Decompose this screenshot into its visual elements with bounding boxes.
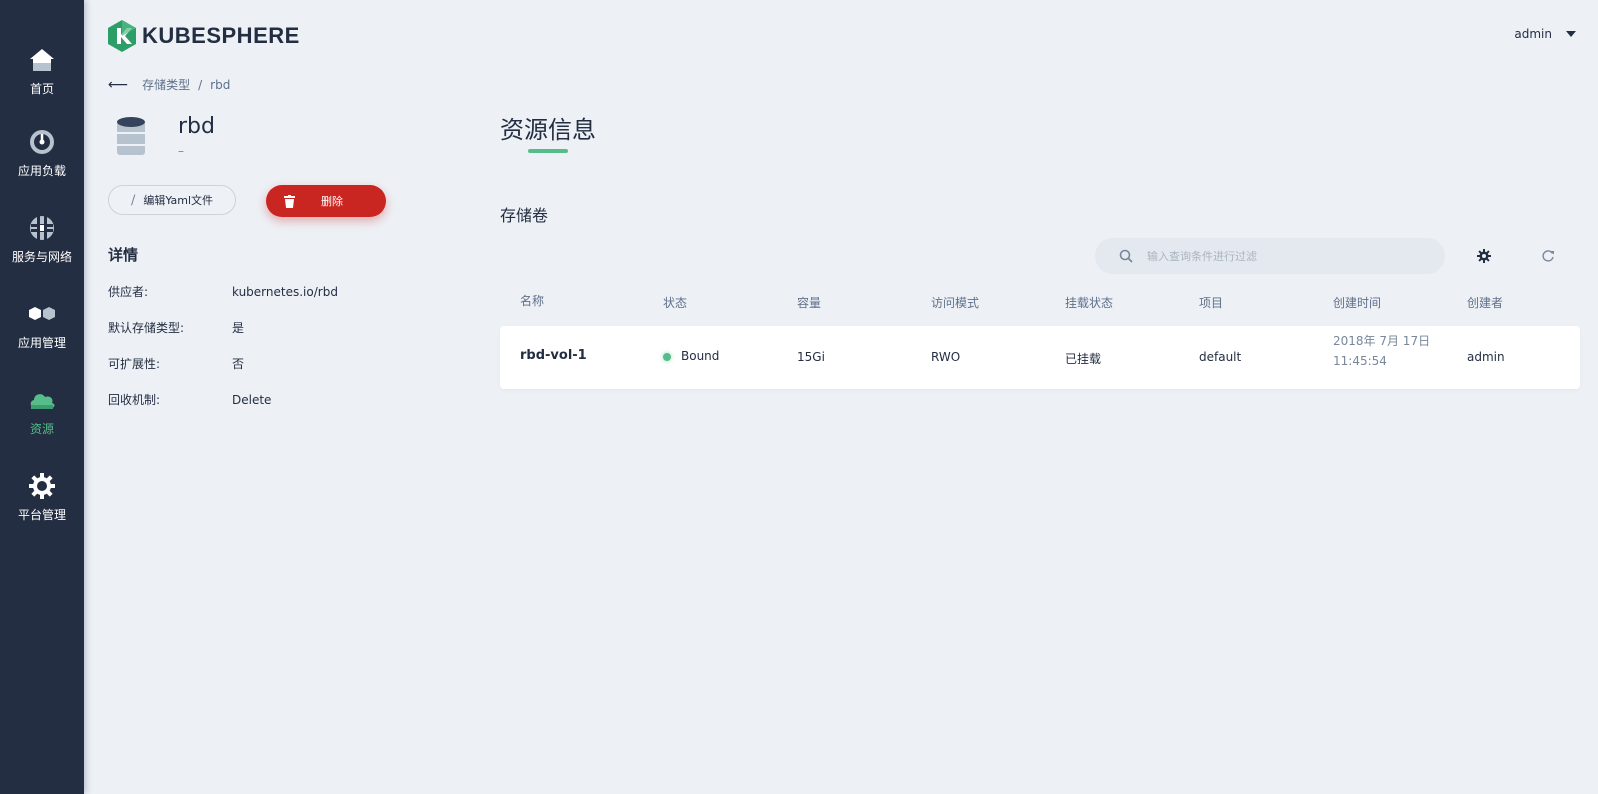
detail-value: 否 <box>232 357 245 371</box>
resource-info-title: 资源信息 <box>500 116 596 144</box>
status-cell: Bound <box>663 349 719 363</box>
mount-status-cell: 已挂载 <box>1065 352 1102 366</box>
refresh-button[interactable] <box>1538 246 1558 266</box>
detail-key: 默认存储类型: <box>108 321 185 335</box>
volume-name-link[interactable]: rbd-vol-1 <box>520 348 587 363</box>
column-header-created-time[interactable]: 创建时间 <box>1333 294 1381 311</box>
detail-row-default: 默认存储类型: 是 <box>108 319 408 336</box>
detail-value: 是 <box>232 321 245 335</box>
delete-label: 删除 <box>321 195 343 208</box>
back-arrow-icon[interactable]: ⟵ <box>108 77 128 93</box>
pen-icon: ∕ <box>130 192 136 208</box>
cloud-icon <box>30 394 55 409</box>
nav-label: 应用负载 <box>17 164 66 178</box>
detail-row-provisioner: 供应者: kubernetes.io/rbd <box>108 283 408 300</box>
table-row[interactable]: rbd-vol-1 Bound 15Gi RWO 已挂载 default 201… <box>500 326 1580 389</box>
column-header-status[interactable]: 状态 <box>663 294 687 311</box>
nav-label: 应用管理 <box>17 336 66 350</box>
breadcrumb: ⟵ 存储类型 / rbd <box>108 76 230 93</box>
tab-underline <box>528 149 568 153</box>
gear-icon <box>29 473 55 499</box>
detail-value: Delete <box>232 393 272 407</box>
column-header-mount-status[interactable]: 挂载状态 <box>1065 294 1113 311</box>
search-icon <box>1119 249 1133 263</box>
capacity-cell: 15Gi <box>797 350 825 364</box>
network-icon <box>30 216 54 240</box>
nav-item-resources[interactable]: 资源 <box>0 386 84 437</box>
search-input[interactable] <box>1145 248 1439 264</box>
nav-item-platform[interactable]: 平台管理 <box>0 472 84 523</box>
detail-row-expandable: 可扩展性: 否 <box>108 355 408 372</box>
trash-icon <box>284 194 295 208</box>
resource-name: rbd <box>178 114 215 139</box>
edit-yaml-button[interactable]: ∕ 编辑Yaml文件 <box>108 185 236 215</box>
caret-down-icon <box>1566 31 1576 37</box>
home-icon <box>30 49 54 71</box>
sidebar: 首页 应用负载 服务与网络 应用管理 资源 平台管理 <box>0 0 84 794</box>
created-date: 2018年 7月 17日 <box>1333 334 1431 348</box>
username: admin <box>1514 27 1552 41</box>
detail-key: 回收机制: <box>108 393 161 407</box>
detail-row-reclaim: 回收机制: Delete <box>108 391 408 408</box>
column-header-creator[interactable]: 创建者 <box>1467 294 1503 311</box>
search-box[interactable] <box>1095 238 1445 274</box>
details-title: 详情 <box>108 246 139 264</box>
volumes-title: 存储卷 <box>500 206 549 225</box>
created-time-cell: 2018年 7月 17日 11:45:54 <box>1333 331 1430 371</box>
hexagons-icon <box>29 307 55 320</box>
edit-yaml-label: 编辑Yaml文件 <box>143 194 214 207</box>
kubesphere-logo-icon <box>108 20 136 52</box>
column-header-name[interactable]: 名称 <box>520 292 544 309</box>
column-header-access-mode[interactable]: 访问模式 <box>931 294 979 311</box>
kubesphere-logo[interactable]: KUBESPHERE <box>108 20 300 52</box>
project-cell: default <box>1199 350 1242 364</box>
user-menu[interactable]: admin <box>1514 27 1576 41</box>
settings-gear-icon <box>1477 249 1491 263</box>
brand-name: KUBESPHERE <box>142 23 300 48</box>
dashboard-icon <box>30 130 54 154</box>
access-mode-cell: RWO <box>931 350 961 364</box>
status-dot-icon <box>663 352 671 361</box>
created-clock: 11:45:54 <box>1333 354 1387 368</box>
detail-key: 供应者: <box>108 285 149 299</box>
creator-cell: admin <box>1467 350 1505 364</box>
nav-label: 首页 <box>29 82 54 96</box>
nav-item-app-management[interactable]: 应用管理 <box>0 300 84 351</box>
nav-item-network[interactable]: 服务与网络 <box>0 214 84 265</box>
detail-key: 可扩展性: <box>108 357 161 371</box>
column-header-project[interactable]: 项目 <box>1199 294 1223 311</box>
status-text: Bound <box>681 349 720 363</box>
nav-label: 资源 <box>29 422 54 436</box>
breadcrumb-separator: / <box>198 77 203 92</box>
delete-button[interactable]: 删除 <box>266 185 386 217</box>
database-icon <box>117 117 145 155</box>
nav-item-workloads[interactable]: 应用负载 <box>0 128 84 179</box>
breadcrumb-current: rbd <box>210 77 231 92</box>
settings-button[interactable] <box>1474 246 1494 266</box>
resource-description: – <box>178 144 184 158</box>
detail-value: kubernetes.io/rbd <box>232 285 338 299</box>
refresh-icon <box>1542 250 1554 262</box>
nav-label: 平台管理 <box>17 508 66 522</box>
breadcrumb-parent[interactable]: 存储类型 <box>142 76 190 93</box>
nav-label: 服务与网络 <box>11 250 72 264</box>
column-header-capacity[interactable]: 容量 <box>797 294 821 311</box>
nav-item-home[interactable]: 首页 <box>0 46 84 97</box>
